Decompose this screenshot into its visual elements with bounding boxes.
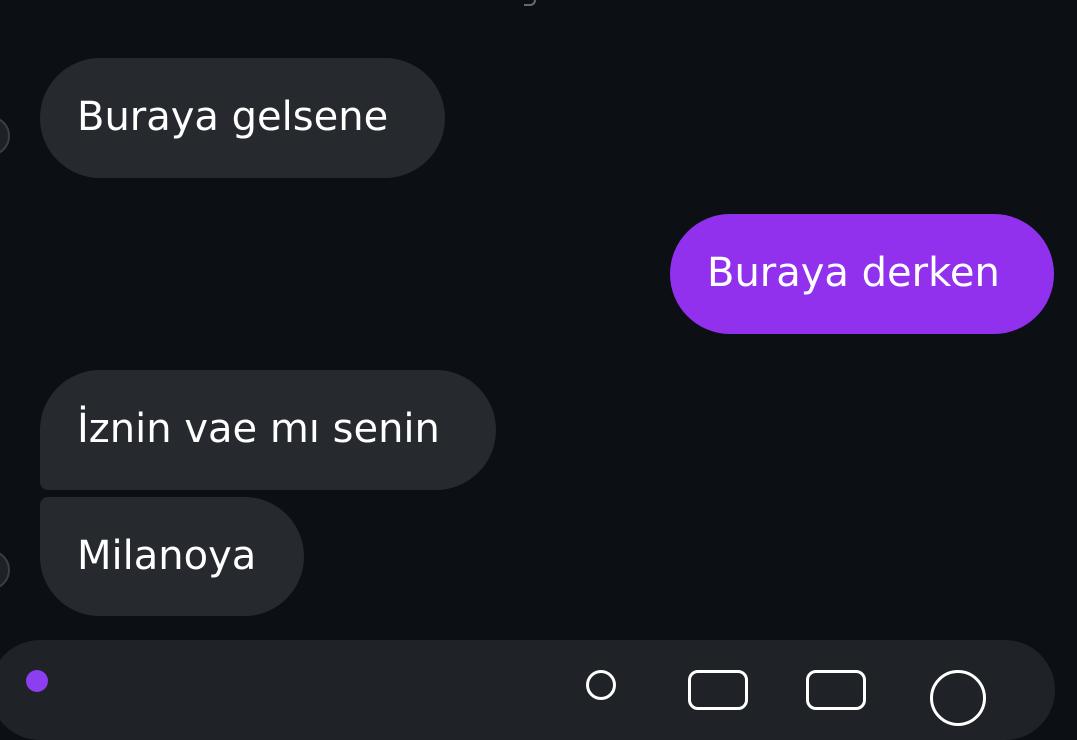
sender-avatar[interactable]: [0, 550, 10, 590]
incoming-message[interactable]: İznin vae mı senin: [40, 370, 496, 490]
outgoing-message[interactable]: Buraya derken: [670, 214, 1054, 334]
camera-icon[interactable]: [26, 670, 48, 692]
message-text: Buraya derken: [707, 250, 1000, 296]
read-receipt-icon: [524, 0, 536, 6]
sender-avatar[interactable]: [0, 116, 10, 156]
incoming-message[interactable]: Buraya gelsene: [40, 58, 445, 178]
sticker-icon[interactable]: [806, 670, 866, 710]
message-text: Milanoya: [77, 533, 257, 579]
gallery-icon[interactable]: [688, 670, 748, 710]
plus-icon[interactable]: [930, 670, 986, 726]
message-text: Buraya gelsene: [77, 94, 389, 140]
microphone-icon[interactable]: [586, 670, 616, 700]
incoming-message[interactable]: Milanoya: [40, 497, 304, 616]
message-composer[interactable]: [0, 640, 1055, 740]
message-text: İznin vae mı senin: [77, 406, 440, 452]
